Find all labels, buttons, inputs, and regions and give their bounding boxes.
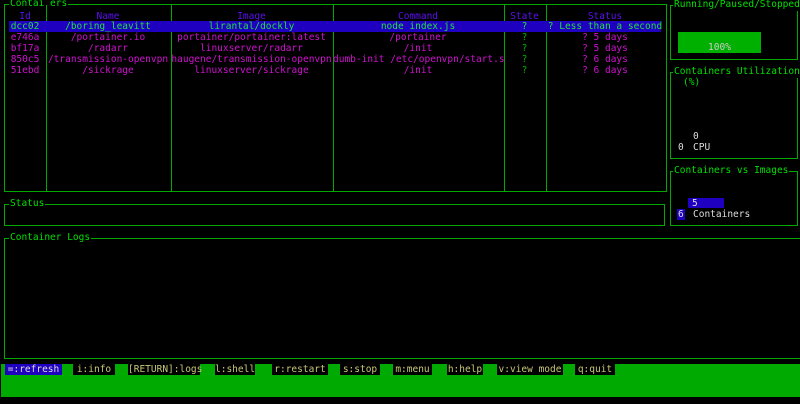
containers-label: Containers <box>693 209 751 220</box>
table-cell[interactable]: 51ebd <box>5 65 45 76</box>
cpu-label: CPU <box>693 142 711 153</box>
table-cell[interactable]: ? <box>504 21 545 32</box>
table-cell[interactable]: /portainer <box>333 32 503 43</box>
shortcut-6[interactable]: m:menu <box>393 364 432 375</box>
table-cell[interactable]: ? <box>504 65 545 76</box>
table-cell[interactable]: ? <box>504 32 545 43</box>
shortcut-9[interactable]: q:quit <box>575 364 615 375</box>
shortcut-5[interactable]: s:stop <box>340 364 380 375</box>
table-cell[interactable]: 850c5 <box>5 54 45 65</box>
table-cell[interactable]: linuxserver/sickrage <box>171 65 332 76</box>
container-logs-title: Container Logs <box>9 232 92 244</box>
table-cell[interactable]: haugene/transmission-openvpn <box>171 54 332 65</box>
table-cell[interactable]: ? 6 days <box>546 65 664 76</box>
shortcut-3[interactable]: l:shell <box>215 364 255 375</box>
cpu-axis: 0 <box>678 142 684 153</box>
vs-images-title: Containers vs Images <box>673 165 790 177</box>
shortcut-7[interactable]: h:help <box>447 364 483 375</box>
table-cell[interactable]: ? <box>504 54 545 65</box>
table-cell[interactable]: ? Less than a second <box>546 21 664 32</box>
shortcut-2[interactable]: [RETURN]:logs <box>128 364 202 375</box>
table-cell[interactable]: /init <box>333 43 503 54</box>
table-cell[interactable]: /portainer.io <box>46 32 170 43</box>
table-cell[interactable]: ? 5 days <box>546 43 664 54</box>
status-panel: Status <box>4 198 665 226</box>
table-cell[interactable]: dumb-init /etc/openvpn/start.s <box>333 54 505 65</box>
running-title: Running/Paused/Stopped <box>673 0 800 11</box>
table-cell[interactable]: /sickrage <box>46 65 170 76</box>
shortcut-8[interactable]: v:view mode <box>497 364 563 375</box>
status-title: Status <box>9 198 46 210</box>
table-cell[interactable]: portainer/portainer:latest <box>171 32 332 43</box>
shortcut-0[interactable]: =:refresh <box>5 364 62 375</box>
table-cell[interactable]: linuxserver/radarr <box>171 43 332 54</box>
table-cell[interactable]: ? 5 days <box>546 32 664 43</box>
running-percent: 100% <box>708 42 731 53</box>
shortcut-1[interactable]: i:info <box>73 364 115 375</box>
utilization-subtitle: (%) <box>683 77 701 88</box>
container-logs-panel[interactable]: Container Logs <box>4 232 800 359</box>
running-progress-bar: 100% <box>678 32 761 53</box>
table-cell[interactable]: lirantal/dockly <box>171 21 332 32</box>
table-cell[interactable]: bf17a <box>5 43 45 54</box>
table-cell[interactable]: e746a <box>5 32 45 43</box>
table-cell[interactable]: /radarr <box>46 43 170 54</box>
containers-bar: 5 <box>688 198 724 209</box>
table-cell[interactable]: ? 6 days <box>546 54 664 65</box>
table-cell[interactable]: /init <box>333 65 503 76</box>
table-cell[interactable]: node index.js <box>333 21 503 32</box>
table-cell[interactable]: /boring_leavitt <box>46 21 170 32</box>
table-cell[interactable]: /transmission-openvpn <box>46 54 170 65</box>
containers-count: 6 <box>677 209 685 220</box>
containers-bar-value: 5 <box>692 198 698 209</box>
containers-title: Contai ers <box>9 0 69 10</box>
shortcut-4[interactable]: r:restart <box>272 364 328 375</box>
cpu-value: 0 <box>693 131 699 142</box>
table-cell[interactable]: ? <box>504 43 545 54</box>
table-cell[interactable]: dcc02 <box>5 21 45 32</box>
